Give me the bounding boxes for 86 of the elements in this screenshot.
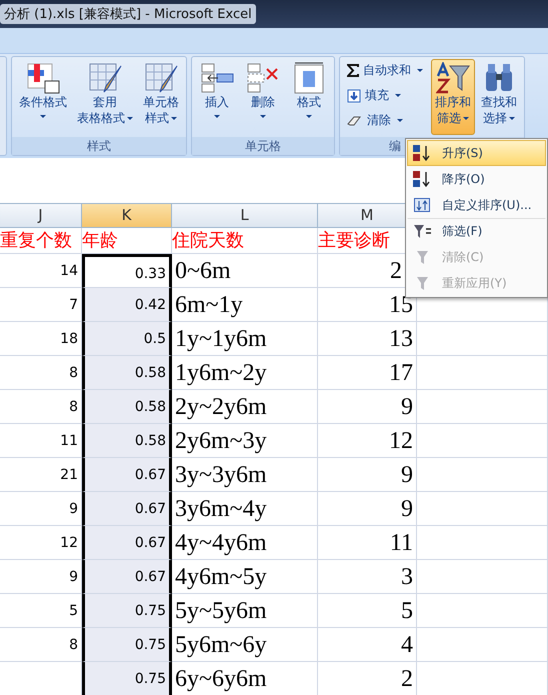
- table-cell: 13: [318, 322, 417, 356]
- table-cell: 0.33: [82, 254, 172, 288]
- table-cell: 0.58: [82, 424, 172, 458]
- custom-sort-icon: [414, 198, 430, 212]
- ribbon-button[interactable]: 套用 表格格式: [73, 59, 137, 135]
- sort-filter-icon: [436, 62, 470, 94]
- ribbon-button[interactable]: 单元格 样式: [139, 59, 183, 135]
- table-cell: 9: [318, 390, 417, 424]
- conditional-format-icon: [26, 62, 60, 94]
- table-cell: 4y6m~5y: [172, 560, 318, 594]
- table-cell: 9: [318, 492, 417, 526]
- menu-item[interactable]: 筛选(F): [407, 218, 546, 244]
- table-cell: 0.5: [82, 322, 172, 356]
- fill-down-icon: [347, 88, 361, 102]
- column-header[interactable]: L: [172, 204, 318, 227]
- window-title: 分析 (1).xls [兼容模式] - Microsoft Excel: [0, 4, 256, 24]
- table-cell: 5y~5y6m: [172, 594, 318, 628]
- ribbon-button[interactable]: 插入: [195, 59, 239, 135]
- table-cell: 11: [318, 526, 417, 560]
- group-label: 编: [389, 139, 401, 153]
- table-cell: 住院天数: [172, 228, 318, 254]
- table-cell: 3: [318, 560, 417, 594]
- caret-icon: [397, 119, 403, 122]
- menu-item[interactable]: 升序(S): [407, 140, 546, 166]
- table-cell: 6y~6y6m: [172, 662, 318, 695]
- ribbon-button[interactable]: 删除: [241, 59, 285, 135]
- table-cell: 0.67: [82, 526, 172, 560]
- caret-icon: [260, 115, 266, 118]
- filter-icon: [416, 276, 428, 290]
- caret-icon: [417, 69, 423, 72]
- table-cell: 12: [318, 424, 417, 458]
- column-header[interactable]: K: [82, 204, 172, 227]
- ribbon-button[interactable]: 条件格式: [15, 59, 71, 135]
- table-cell: 0.75: [82, 594, 172, 628]
- table-cell: 9: [318, 458, 417, 492]
- table-cell: 2y~2y6m: [172, 390, 318, 424]
- table-brush-icon: [88, 62, 122, 94]
- table-cell: 5: [318, 594, 417, 628]
- table-cell: 重复个数: [0, 228, 82, 254]
- table-cell: 2y6m~3y: [172, 424, 318, 458]
- delete-cells-icon: [246, 62, 280, 94]
- caret-icon: [40, 115, 46, 118]
- ribbon-button[interactable]: 清除: [343, 109, 429, 132]
- table-cell: 3y~3y6m: [172, 458, 318, 492]
- table-cell: 0.42: [82, 288, 172, 322]
- caret-icon: [395, 94, 401, 97]
- table-cell: 0~6m: [172, 254, 318, 288]
- sort-descending-icon: [413, 170, 431, 188]
- ribbon-button[interactable]: 查找和 选择: [477, 59, 521, 135]
- table-cell: 4y~4y6m: [172, 526, 318, 560]
- caret-icon: [171, 117, 177, 120]
- table-cell: 1y~1y6m: [172, 322, 318, 356]
- table-brush-icon: [144, 62, 178, 94]
- group-label: 样式: [87, 139, 111, 153]
- sum-icon: [347, 64, 359, 77]
- table-cell: 4: [318, 628, 417, 662]
- table-cell: 5y6m~6y: [172, 628, 318, 662]
- filter-icon: [416, 250, 428, 264]
- caret-icon: [214, 115, 220, 118]
- table-cell: 6m~1y: [172, 288, 318, 322]
- table-cell: 3y6m~4y: [172, 492, 318, 526]
- caret-icon: [463, 117, 469, 120]
- caret-icon: [127, 117, 133, 120]
- filter-icon: [414, 224, 430, 238]
- sort-ascending-icon: [413, 144, 431, 162]
- table-cell: 1y6m~2y: [172, 356, 318, 390]
- table-cell: 17: [318, 356, 417, 390]
- table-cell: 0.58: [82, 390, 172, 424]
- format-cells-icon: [292, 62, 326, 94]
- caret-icon: [306, 115, 312, 118]
- menu-item[interactable]: 降序(O): [407, 166, 546, 192]
- ribbon-button[interactable]: 格式: [287, 59, 331, 135]
- insert-cells-icon: [200, 62, 234, 94]
- table-cell: 0.67: [82, 458, 172, 492]
- table-cell: 0.67: [82, 492, 172, 526]
- table-cell: 2: [318, 662, 417, 695]
- eraser-icon: [347, 114, 363, 126]
- ribbon-button[interactable]: 排序和 筛选: [431, 59, 475, 135]
- ribbon-button[interactable]: 自动求和: [343, 59, 429, 82]
- table-cell: 0.75: [82, 628, 172, 662]
- table-cell: 0.67: [82, 560, 172, 594]
- ribbon-button[interactable]: 填充: [343, 84, 429, 107]
- table-cell: 0.75: [82, 662, 172, 695]
- caret-icon: [509, 117, 515, 120]
- table-cell: 0.58: [82, 356, 172, 390]
- group-label: 单元格: [245, 139, 281, 153]
